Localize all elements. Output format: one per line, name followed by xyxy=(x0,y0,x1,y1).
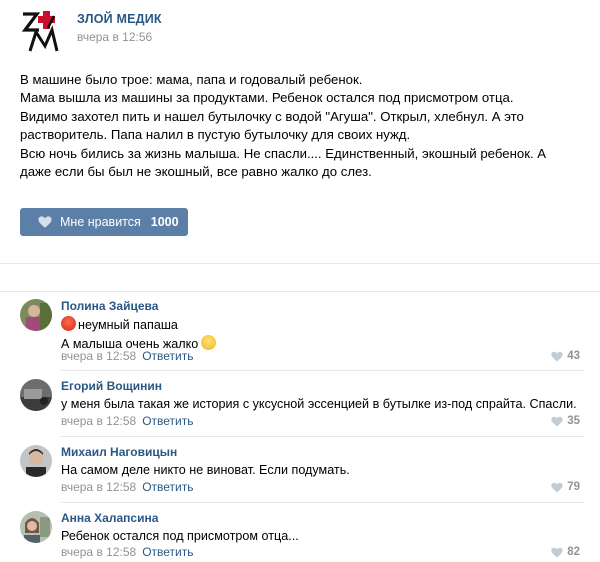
comment-text: Ребенок остался под присмотром отца... xyxy=(61,528,299,546)
heart-icon xyxy=(551,416,563,426)
avatar[interactable] xyxy=(20,511,52,543)
avatar[interactable] xyxy=(20,299,52,331)
comment-text-line: Ребенок остался под присмотром отца... xyxy=(61,529,299,543)
comment-item: Михаил Наговицын На самом деле никто не … xyxy=(20,445,585,495)
divider xyxy=(61,370,585,371)
comment-author-link[interactable]: Егорий Вощинин xyxy=(61,379,162,393)
comment-like-button[interactable]: 43 xyxy=(551,350,580,362)
reply-link[interactable]: Ответить xyxy=(142,480,193,494)
comment-like-button[interactable]: 35 xyxy=(551,415,580,427)
comment-text: у меня была такая же история с уксусной … xyxy=(61,396,577,414)
reply-link[interactable]: Ответить xyxy=(142,349,193,363)
comment-like-button[interactable]: 82 xyxy=(551,546,580,558)
comment-text-line: неумный папаша xyxy=(78,318,178,332)
comment-author-link[interactable]: Михаил Наговицын xyxy=(61,445,177,459)
divider-band xyxy=(0,264,600,291)
avatar[interactable] xyxy=(20,445,52,477)
comment-text-line: у меня была такая же история с уксусной … xyxy=(61,397,577,411)
comment-item: Анна Халапсина Ребенок остался под присм… xyxy=(20,511,585,561)
post-text-line: Мама вышла из машины за продуктами. Ребе… xyxy=(20,90,514,106)
comment-text: На самом деле никто не виноват. Если под… xyxy=(61,462,350,480)
comment-timestamp[interactable]: вчера в 12:58 xyxy=(61,349,136,363)
reply-link[interactable]: Ответить xyxy=(142,545,193,559)
post-timestamp[interactable]: вчера в 12:56 xyxy=(77,30,152,44)
comment-text: неумный папаша А малыша очень жалко xyxy=(61,316,218,353)
post-text-line: В машине было трое: мама, папа и годовал… xyxy=(20,72,363,87)
comment-like-button[interactable]: 79 xyxy=(551,481,580,493)
comment-timestamp[interactable]: вчера в 12:58 xyxy=(61,545,136,559)
heart-icon xyxy=(551,547,563,557)
group-name-link[interactable]: ЗЛОЙ МЕДИК xyxy=(77,12,162,26)
comment-like-count: 43 xyxy=(567,350,580,362)
post-header: ЗЛОЙ МЕДИК вчера в 12:56 xyxy=(20,8,580,52)
comment-item: Егорий Вощинин у меня была такая же исто… xyxy=(20,379,585,429)
heart-icon xyxy=(38,216,52,228)
like-button[interactable]: Мне нравится 1000 xyxy=(20,208,188,236)
like-label: Мне нравится xyxy=(60,215,141,229)
comment-like-count: 35 xyxy=(567,415,580,427)
comment-timestamp[interactable]: вчера в 12:58 xyxy=(61,480,136,494)
post-text: В машине было трое: мама, папа и годовал… xyxy=(20,71,585,181)
avatar[interactable] xyxy=(20,379,52,411)
comment-meta: вчера в 12:58 Ответить xyxy=(61,480,193,494)
divider xyxy=(0,291,600,292)
post-text-line: Видимо захотел пить и нашел бутылочку с … xyxy=(20,108,524,124)
comment-like-count: 82 xyxy=(567,546,580,558)
divider xyxy=(61,502,585,503)
heart-icon xyxy=(551,351,563,361)
post-text-line: растворитель. Папа налил в пустую бутыло… xyxy=(20,127,411,143)
sad-face-icon xyxy=(201,334,217,350)
comment-author-link[interactable]: Анна Халапсина xyxy=(61,511,158,525)
comment-author-link[interactable]: Полина Зайцева xyxy=(61,299,158,313)
angry-face-icon xyxy=(61,316,76,331)
divider xyxy=(61,436,585,437)
heart-icon xyxy=(551,482,563,492)
post-text-line: даже если бы был не экошный, все равно ж… xyxy=(20,164,372,180)
reply-link[interactable]: Ответить xyxy=(142,414,193,428)
comment-meta: вчера в 12:58 Ответить xyxy=(61,414,193,428)
comment-like-count: 79 xyxy=(567,481,580,493)
group-logo-icon[interactable] xyxy=(20,8,66,54)
comment-meta: вчера в 12:58 Ответить xyxy=(61,545,193,559)
comment-item: Полина Зайцева неумный папаша А малыша о… xyxy=(20,299,585,363)
like-count: 1000 xyxy=(150,215,179,229)
comment-text-line: На самом деле никто не виноват. Если под… xyxy=(61,463,350,477)
comment-meta: вчера в 12:58 Ответить xyxy=(61,349,193,363)
comment-timestamp[interactable]: вчера в 12:58 xyxy=(61,414,136,428)
post-text-line: Всю ночь бились за жизнь малыша. Не спас… xyxy=(20,145,547,161)
